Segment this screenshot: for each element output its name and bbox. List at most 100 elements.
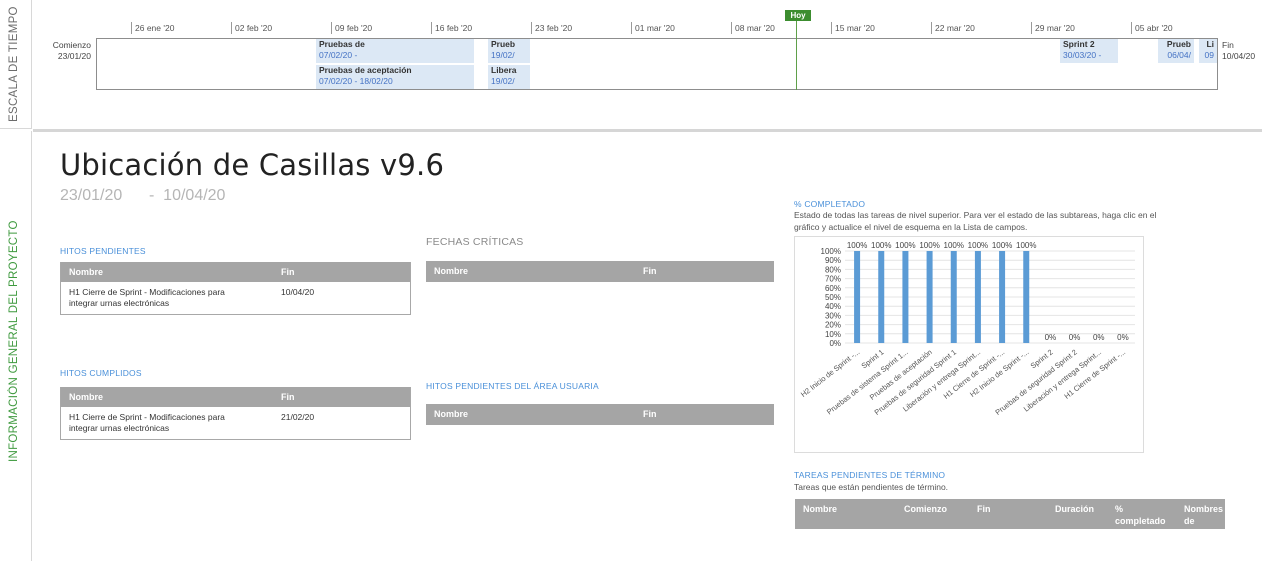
data-label: 100% <box>992 241 1012 250</box>
fechas-criticas-table[interactable]: Nombre Fin <box>426 261 774 282</box>
data-label: 100% <box>1016 241 1036 250</box>
bar <box>878 251 885 343</box>
y-tick-label: 70% <box>825 275 841 284</box>
col-start: Comienzo <box>904 504 948 514</box>
bar <box>999 251 1006 343</box>
timeline-tick: 05 abr '20 <box>1131 22 1173 34</box>
timeline-divider <box>33 129 1262 132</box>
timeline-tick: 29 mar '20 <box>1031 22 1075 34</box>
completado-description-line: gráfico y actualice el nivel de esquema … <box>794 222 1028 232</box>
completado-description-line: Estado de todas las tareas de nivel supe… <box>794 210 1157 220</box>
y-tick-label: 80% <box>825 265 841 274</box>
timeline-task[interactable]: Prueb 19/02/ <box>488 39 530 63</box>
timeline-side-panel: ESCALA DE TIEMPO <box>0 0 32 129</box>
timeline-end-date: 10/04/20 <box>1222 51 1256 61</box>
col-end: Fin <box>977 504 991 514</box>
y-tick-label: 0% <box>829 339 841 348</box>
project-side-panel: INFORMACIÓN GENERAL DEL PROYECTO <box>0 131 32 561</box>
col-name: Nombre <box>434 409 469 419</box>
timeline-side-label: ESCALA DE TIEMPO <box>8 6 20 123</box>
fechas-criticas-title: FECHAS CRÍTICAS <box>426 236 524 248</box>
table-header: Nombre Fin <box>61 387 410 407</box>
timeline-start-date: 23/01/20 <box>57 51 91 61</box>
col-name: Nombre <box>803 504 838 514</box>
bar <box>1023 251 1030 343</box>
y-tick-label: 30% <box>825 311 841 320</box>
bar <box>854 251 861 343</box>
col-end: Fin <box>643 409 657 419</box>
timeline-task[interactable]: Pruebas de aceptación 07/02/20 - 18/02/2… <box>316 65 474 89</box>
hitos-cumplidos-table[interactable]: Nombre Fin H1 Cierre de Sprint - Modific… <box>60 387 411 440</box>
completado-title: % COMPLETADO <box>794 199 866 209</box>
timeline-end-label: Fin <box>1222 40 1234 50</box>
completado-chart[interactable]: 0% 10% 20% 30% 40% 50% 60% 70% 80% 90% 100% 100% H2 … <box>794 236 1144 453</box>
tareas-pendientes-table[interactable]: Nombre Comienzo Fin Duración % completado… <box>795 499 1225 550</box>
col-resources: Nombres de los recursos <box>1184 504 1224 550</box>
page-title: Ubicación de Casillas v9.6 <box>60 148 445 182</box>
timeline-task[interactable]: Li 09 <box>1199 39 1217 63</box>
col-duration: Duración <box>1055 504 1095 514</box>
col-pct: % completado <box>1115 504 1166 526</box>
col-end: Fin <box>281 392 295 402</box>
timeline-ticks: 26 ene '20 02 feb '20 09 feb '20 16 feb … <box>33 22 1262 36</box>
timeline-start-label: Comienzo <box>52 40 91 50</box>
timeline-tick: 15 mar '20 <box>831 22 875 34</box>
tareas-pendientes-description: Tareas que están pendientes de término. <box>794 482 949 492</box>
hitos-pendientes-title: HITOS PENDIENTES <box>60 246 146 256</box>
col-name: Nombre <box>69 267 104 277</box>
timeline-task[interactable]: Libera 19/02/ <box>488 65 530 89</box>
hitos-area-usuaria-title: HITOS PENDIENTES DEL ÁREA USUARIA <box>426 381 599 391</box>
data-label: 0% <box>1117 333 1129 342</box>
today-line <box>796 20 797 90</box>
bar <box>950 251 957 343</box>
data-label: 100% <box>847 241 867 250</box>
data-label: 0% <box>1069 333 1081 342</box>
y-tick-label: 60% <box>825 284 841 293</box>
row-end: 10/04/20 <box>281 287 315 297</box>
timeline-tick: 01 mar '20 <box>631 22 675 34</box>
tareas-pendientes-title: TAREAS PENDIENTES DE TÉRMINO <box>794 470 946 480</box>
table-header: Nombre Fin <box>426 261 774 282</box>
project-side-label: INFORMACIÓN GENERAL DEL PROYECTO <box>8 220 20 462</box>
col-end: Fin <box>281 267 295 277</box>
col-end: Fin <box>643 266 657 276</box>
hitos-pendientes-table[interactable]: Nombre Fin H1 Cierre de Sprint - Modific… <box>60 262 411 315</box>
timeline-task[interactable]: Prueb 06/04/ <box>1158 39 1194 63</box>
timeline-task[interactable]: Pruebas de 07/02/20 - <box>316 39 474 63</box>
col-name: Nombre <box>434 266 469 276</box>
row-end: 21/02/20 <box>281 412 315 422</box>
data-label: 100% <box>919 241 939 250</box>
y-tick-label: 50% <box>825 293 841 302</box>
project-start-date: 23/01/20 <box>60 187 123 204</box>
completado-chart-svg[interactable]: 0%10%20%30%40%50%60%70%80%90%100%100%H2 … <box>795 237 1145 454</box>
col-name: Nombre <box>69 392 104 402</box>
today-flag: Hoy <box>785 10 811 21</box>
timeline-end: Fin 10/04/20 <box>1222 40 1255 62</box>
project-dates: 23/01/20 - 10/04/20 <box>60 187 225 205</box>
project-end-date: 10/04/20 <box>163 187 226 204</box>
hitos-cumplidos-title: HITOS CUMPLIDOS <box>60 368 142 378</box>
timeline-task[interactable]: Sprint 2 30/03/20 - <box>1060 39 1118 63</box>
table-header: Nombre Comienzo Fin Duración % completado… <box>795 499 1225 550</box>
timeline-bar[interactable] <box>96 38 1218 90</box>
timeline-start: Comienzo 23/01/20 <box>21 40 91 62</box>
table-header: Nombre Fin <box>61 262 410 282</box>
bar <box>974 251 981 343</box>
row-name: H1 Cierre de Sprint - Modificaciones par… <box>69 412 225 433</box>
data-label: 0% <box>1045 333 1057 342</box>
hitos-area-usuaria-table[interactable]: Nombre Fin <box>426 404 774 425</box>
data-label: 100% <box>944 241 964 250</box>
timeline-tick: 08 mar '20 <box>731 22 775 34</box>
timeline-tick: 16 feb '20 <box>431 22 472 34</box>
data-label: 100% <box>968 241 988 250</box>
timeline-tick: 22 mar '20 <box>931 22 975 34</box>
y-tick-label: 20% <box>825 321 841 330</box>
data-label: 100% <box>895 241 915 250</box>
table-header: Nombre Fin <box>426 404 774 425</box>
bar <box>926 251 933 343</box>
date-separator: - <box>148 187 155 204</box>
bar <box>902 251 909 343</box>
data-label: 0% <box>1093 333 1105 342</box>
timeline-tick: 09 feb '20 <box>331 22 372 34</box>
row-name: H1 Cierre de Sprint - Modificaciones par… <box>69 287 225 308</box>
